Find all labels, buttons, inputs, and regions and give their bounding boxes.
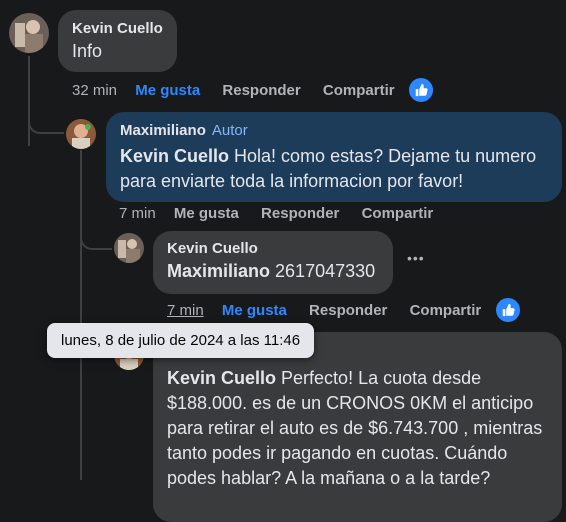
comment-bubble-3: Kevin Cuello Maximiliano 2617047330	[153, 231, 393, 294]
share-button[interactable]: Compartir	[323, 82, 395, 99]
avatar-maximiliano[interactable]	[66, 119, 96, 149]
thread-line-main	[28, 56, 30, 146]
comment-text: Maximiliano 2617047330	[167, 259, 379, 284]
comment-author[interactable]: Kevin Cuello	[72, 20, 163, 37]
comment-bubble-1: Kevin Cuello Info	[58, 10, 177, 72]
comment-header: Maximiliano Autor	[120, 122, 548, 140]
comment-bubble-2: Maximiliano Autor Kevin Cuello Hola! como…	[106, 112, 562, 202]
comment-actions-2: 7 min Me gusta Responder Compartir	[119, 205, 451, 222]
mention-link[interactable]: Maximiliano	[167, 261, 270, 281]
mention-link[interactable]: Kevin Cuello	[167, 368, 276, 388]
author-badge: Autor	[211, 122, 248, 139]
thumbs-up-icon[interactable]	[409, 78, 433, 102]
comment-text: Info	[72, 41, 103, 61]
share-button[interactable]: Compartir	[362, 205, 434, 222]
like-button[interactable]: Me gusta	[174, 205, 239, 222]
comment-actions-1: 32 min Me gusta Responder Compartir	[72, 82, 413, 99]
share-button[interactable]: Compartir	[410, 302, 482, 319]
avatar-kevin[interactable]	[114, 233, 144, 263]
more-options-icon[interactable]: •••	[407, 250, 425, 266]
reply-button[interactable]: Responder	[261, 205, 339, 222]
comment-time[interactable]: 7 min	[167, 302, 204, 319]
comment-author[interactable]: Kevin Cuello	[167, 240, 379, 257]
comment-bubble-4: MaximilianoAutor Kevin Cuello Perfecto! …	[153, 332, 562, 522]
thread-connector-reply-1	[28, 112, 64, 134]
comment-body: 2617047330	[270, 261, 376, 281]
reply-button[interactable]: Responder	[309, 302, 387, 319]
like-button[interactable]: Me gusta	[222, 302, 287, 319]
timestamp-tooltip: lunes, 8 de julio de 2024 a las 11:46	[47, 323, 315, 358]
thread-line-secondary	[80, 150, 82, 480]
comment-text: Kevin Cuello Perfecto! La cuota desde $1…	[167, 366, 548, 491]
thumbs-up-icon[interactable]	[496, 298, 520, 322]
comment-text: Kevin Cuello Hola! como estas? Dejame tu…	[120, 144, 548, 194]
comment-author[interactable]: Maximiliano	[120, 122, 206, 139]
mention-link[interactable]: Kevin Cuello	[120, 146, 229, 166]
thread-connector-reply-2	[80, 228, 112, 250]
like-button[interactable]: Me gusta	[135, 82, 200, 99]
comment-time[interactable]: 32 min	[72, 82, 117, 99]
avatar-kevin[interactable]	[9, 13, 49, 53]
comment-actions-3: 7 min Me gusta Responder Compartir	[167, 302, 499, 319]
comment-time[interactable]: 7 min	[119, 205, 156, 222]
reply-button[interactable]: Responder	[222, 82, 300, 99]
